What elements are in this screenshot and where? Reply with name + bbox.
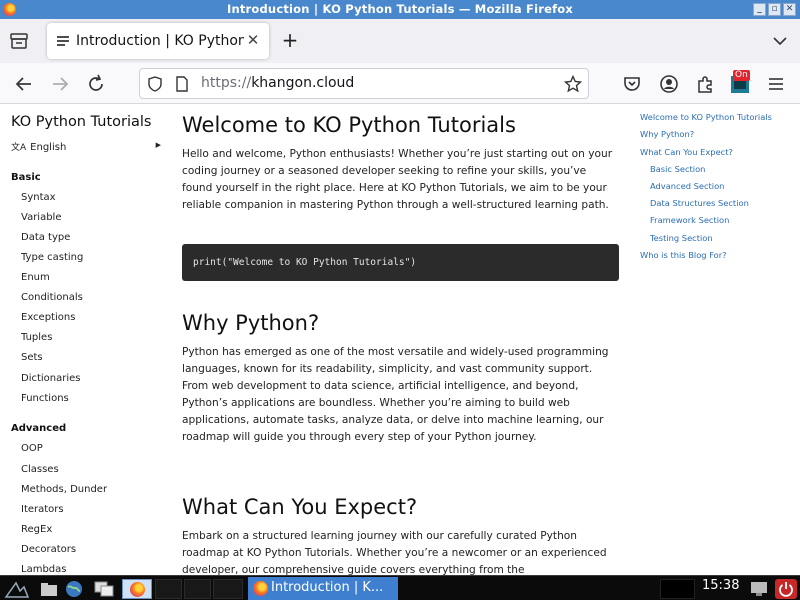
page-title: Welcome to KO Python Tutorials — [182, 113, 516, 137]
navigation-toolbar: https://khangon.cloud On — [0, 63, 800, 104]
cpu-monitor — [660, 579, 695, 599]
toc-link-basic[interactable]: Basic Section — [650, 164, 705, 174]
address-bar[interactable]: https://khangon.cloud — [139, 68, 589, 99]
sidebar-item-data-type[interactable]: Data type — [21, 232, 70, 243]
sidebar-item-classes[interactable]: Classes — [21, 464, 59, 475]
sidebar-item-iterators[interactable]: Iterators — [21, 504, 64, 515]
window-titlebar: Introduction | KO Python Tutorials — Moz… — [0, 0, 800, 19]
sidebar-item-decorators[interactable]: Decorators — [21, 544, 76, 555]
language-selector[interactable]: 文A English ▶ — [11, 140, 161, 154]
account-icon[interactable] — [658, 73, 680, 95]
section-advanced: Advanced — [11, 423, 67, 434]
start-menu-icon[interactable] — [4, 579, 30, 599]
intro-paragraph: Hello and welcome, Python enthusiasts! W… — [182, 148, 613, 211]
minimize-button[interactable]: _ — [753, 3, 766, 16]
power-icon — [779, 582, 793, 597]
url-scheme: https:// — [201, 75, 252, 91]
shield-icon[interactable] — [147, 76, 163, 92]
sidebar-item-sets[interactable]: Sets — [21, 352, 43, 363]
firefox-icon — [130, 582, 145, 597]
sidebar-item-variable[interactable]: Variable — [21, 212, 62, 223]
sidebar-item-tuples[interactable]: Tuples — [21, 332, 52, 343]
sidebar-item-enum[interactable]: Enum — [21, 272, 50, 283]
page-icon[interactable] — [175, 76, 189, 92]
tab-title: Introduction | KO Python Tutorials — [76, 33, 244, 49]
firefox-icon — [253, 581, 268, 596]
forward-arrow-icon[interactable] — [49, 73, 71, 95]
toc-link-what-to-expect[interactable]: What Can You Expect? — [640, 147, 733, 157]
sidebar-item-oop[interactable]: OOP — [21, 443, 43, 454]
toc-link-testing[interactable]: Testing Section — [650, 233, 713, 243]
tab-introduction[interactable]: Introduction | KO Python Tutorials ✕ — [47, 23, 269, 59]
maximize-button[interactable]: ▫ — [768, 3, 781, 16]
toc-link-why-python[interactable]: Why Python? — [640, 129, 694, 139]
pocket-icon[interactable] — [621, 73, 643, 95]
sidebar-item-dictionaries[interactable]: Dictionaries — [21, 373, 81, 384]
translate-icon: 文A — [11, 143, 27, 153]
page-content: KO Python Tutorials 文A English ▶ Basic Sy… — [0, 104, 800, 575]
sidebar-item-lambdas[interactable]: Lambdas — [21, 564, 66, 575]
code-text: print("Welcome to KO Python Tutorials") — [193, 257, 417, 268]
heading-why-python: Why Python? — [182, 311, 320, 335]
network-icon[interactable] — [748, 579, 770, 599]
sidebar-item-functions[interactable]: Functions — [21, 393, 69, 404]
sidebar-item-methods[interactable]: Methods, Dunder — [21, 484, 107, 495]
site-title[interactable]: KO Python Tutorials — [11, 114, 151, 130]
sidebar-nav: KO Python Tutorials 文A English ▶ Basic Sy… — [0, 104, 168, 575]
window-title: Introduction | KO Python Tutorials — Moz… — [226, 2, 574, 16]
url-text[interactable]: https://khangon.cloud — [201, 75, 354, 91]
extensions-icon[interactable] — [694, 73, 716, 95]
toc-link-who-is-blog-for[interactable]: Who is this Blog For? — [640, 250, 727, 260]
menu-icon[interactable] — [765, 73, 787, 95]
extension-badge: On — [733, 70, 750, 81]
sidebar-item-conditionals[interactable]: Conditionals — [21, 292, 83, 303]
toc-link-advanced[interactable]: Advanced Section — [650, 181, 724, 191]
url-host: khangon.cloud — [251, 75, 355, 91]
sidebar-item-exceptions[interactable]: Exceptions — [21, 312, 75, 323]
workspace-3[interactable] — [213, 579, 243, 599]
why-python-paragraph: Python has emerged as one of the most ve… — [182, 346, 609, 443]
bookmark-star-icon[interactable] — [564, 75, 582, 93]
tab-close-icon[interactable]: ✕ — [245, 32, 261, 48]
windows-icon[interactable] — [93, 579, 115, 599]
tab-strip: Introduction | KO Python Tutorials ✕ + — [0, 19, 800, 63]
back-arrow-icon[interactable] — [13, 73, 35, 95]
workspace-1[interactable] — [155, 579, 182, 599]
heading-what-to-expect: What Can You Expect? — [182, 495, 418, 519]
list-all-tabs-icon[interactable] — [8, 31, 30, 51]
caret-right-icon: ▶ — [155, 141, 161, 149]
reload-icon[interactable] — [85, 73, 107, 95]
taskbar: Introduction | K... 15:38 — [0, 575, 800, 600]
globe-icon[interactable] — [63, 579, 85, 599]
toc-link-welcome[interactable]: Welcome to KO Python Tutorials — [640, 112, 772, 122]
clock[interactable]: 15:38 — [702, 578, 739, 593]
sidebar-item-syntax[interactable]: Syntax — [21, 192, 56, 203]
power-button[interactable] — [775, 579, 797, 599]
language-label: English — [30, 142, 67, 153]
toc-link-data-structures[interactable]: Data Structures Section — [650, 198, 749, 208]
section-basic: Basic — [11, 172, 41, 183]
firefox-launcher[interactable] — [122, 579, 152, 599]
new-tab-button[interactable]: + — [279, 30, 301, 52]
page-lines-icon — [57, 36, 69, 46]
workspace-2[interactable] — [184, 579, 211, 599]
chevron-down-icon[interactable] — [771, 32, 789, 50]
file-manager-icon[interactable] — [38, 579, 60, 599]
taskbar-window-label: Introduction | K... — [271, 580, 384, 595]
toc-link-framework[interactable]: Framework Section — [650, 215, 729, 225]
close-window-button[interactable]: ✕ — [783, 3, 796, 16]
taskbar-firefox-window[interactable]: Introduction | K... — [248, 577, 398, 600]
sidebar-item-type-casting[interactable]: Type casting — [21, 252, 83, 263]
expect-paragraph: Embark on a structured learning journey … — [182, 530, 607, 575]
sidebar-item-regex[interactable]: RegEx — [21, 524, 52, 535]
code-block: print("Welcome to KO Python Tutorials") — [182, 244, 619, 281]
